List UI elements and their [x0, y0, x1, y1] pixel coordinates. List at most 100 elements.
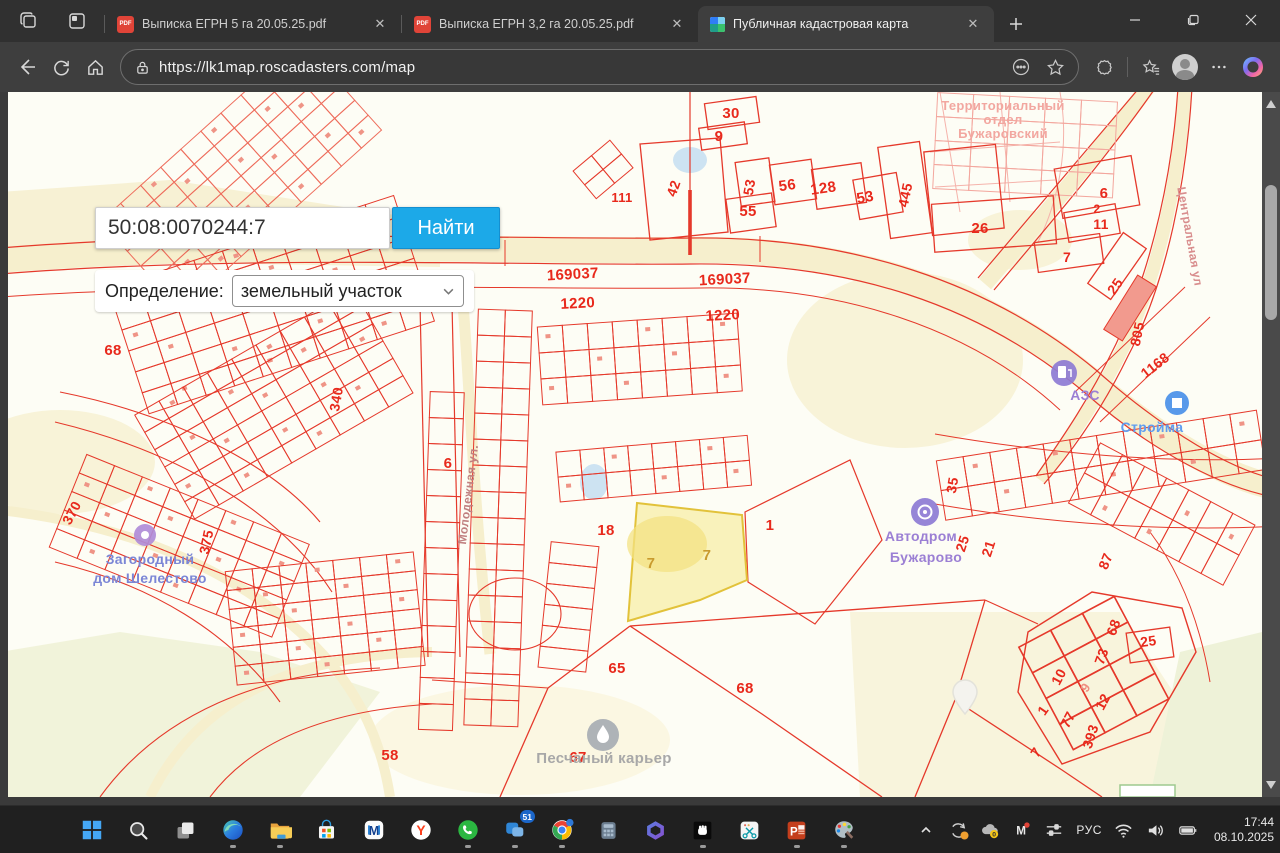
browser-essentials-icon[interactable]: [1087, 50, 1121, 84]
yandex-browser-icon[interactable]: Y: [407, 810, 434, 850]
microsoft-365-icon[interactable]: [642, 810, 669, 850]
map-label: 53: [855, 188, 875, 208]
profile-avatar[interactable]: [1168, 50, 1202, 84]
window-close-button[interactable]: [1222, 0, 1280, 40]
map-label: Автодром: [885, 528, 957, 544]
map-label: отдел: [983, 112, 1022, 127]
tab-pdf-1[interactable]: PDF Выписка ЕГРН 5 га 20.05.25.pdf ✕: [105, 7, 401, 41]
scrollbar-thumb[interactable]: [1265, 185, 1277, 320]
map-label: 169037: [546, 265, 599, 285]
map-label: 7: [647, 555, 656, 572]
tab-title: Выписка ЕГРН 3,2 га 20.05.25.pdf: [439, 17, 658, 31]
file-explorer-icon[interactable]: [266, 810, 293, 850]
map-label: Территориальный: [941, 98, 1064, 113]
myoffice-app-icon[interactable]: M: [360, 810, 387, 850]
home-icon[interactable]: [78, 50, 112, 84]
map-label: Бужаровский: [958, 126, 1048, 141]
microsoft-store-icon[interactable]: [313, 810, 340, 850]
map-label: 2: [1094, 202, 1101, 216]
cadastral-search-input[interactable]: [95, 207, 390, 249]
tab-title: Выписка ЕГРН 5 га 20.05.25.pdf: [142, 17, 361, 31]
tab-close-icon[interactable]: ✕: [666, 13, 688, 35]
map-label: 128: [809, 178, 837, 198]
taskbar: M Y 51: [0, 805, 1280, 853]
page-scrollbar[interactable]: [1262, 92, 1280, 797]
tray-clock[interactable]: 17:44 08.10.2025: [1214, 815, 1274, 845]
favorite-star-icon[interactable]: [1038, 50, 1072, 84]
window-minimize-button[interactable]: [1106, 0, 1164, 40]
map-label: 53: [740, 178, 759, 197]
pdf-icon: PDF: [414, 16, 431, 33]
taskbar-search-icon[interactable]: [125, 810, 152, 850]
cloud-sync-tray-icon[interactable]: 0: [980, 820, 1000, 840]
tray-hidden-icons-chevron[interactable]: [916, 820, 936, 840]
map-label: 1: [766, 517, 775, 534]
map-label: Бужарово: [890, 549, 962, 565]
language-indicator[interactable]: РУС: [1076, 823, 1102, 837]
map-label: АЗС: [1070, 387, 1100, 403]
map-label: 6: [1100, 185, 1109, 202]
powerpoint-icon[interactable]: P: [783, 810, 810, 850]
definition-label: Определение:: [105, 281, 224, 302]
map-label: 35: [943, 476, 962, 495]
tab-cadastral-map[interactable]: Публичная кадастровая карта ✕: [698, 6, 994, 42]
workspaces-icon[interactable]: [12, 4, 46, 38]
more-options-circle-icon[interactable]: [1004, 50, 1038, 84]
messenger-app-icon[interactable]: 51: [501, 810, 528, 850]
address-bar[interactable]: https://lk1map.roscadasters.com/map: [120, 49, 1079, 85]
definition-select[interactable]: земельный участок: [232, 275, 464, 307]
map-site-favicon: [710, 17, 725, 32]
cadastral-map[interactable]: 3091114253561285355445266211725805116816…: [0, 92, 1280, 797]
tab-actions-icon[interactable]: [60, 4, 94, 38]
start-button[interactable]: [78, 810, 105, 850]
svg-text:Y: Y: [416, 822, 425, 838]
mixer-tray-icon[interactable]: [1044, 820, 1064, 840]
map-label: 68: [104, 342, 121, 359]
search-button[interactable]: Найти: [392, 207, 500, 249]
task-view-icon[interactable]: [172, 810, 199, 850]
map-label: Стройма: [1121, 419, 1184, 435]
new-tab-button[interactable]: [1002, 10, 1030, 38]
tab-pdf-2[interactable]: PDF Выписка ЕГРН 3,2 га 20.05.25.pdf ✕: [402, 7, 698, 41]
svg-text:P: P: [790, 826, 798, 838]
map-label: 68: [736, 680, 753, 697]
scroll-up-arrow-icon[interactable]: [1266, 100, 1276, 108]
notification-badge: 51: [520, 810, 535, 823]
search-panel: Найти Определение: земельный участок: [95, 207, 515, 312]
game-app-icon[interactable]: [689, 810, 716, 850]
myoffice-tray-icon[interactable]: M: [1012, 820, 1032, 840]
tab-close-icon[interactable]: ✕: [369, 13, 391, 35]
window-maximize-button[interactable]: [1164, 0, 1222, 40]
favorites-list-icon[interactable]: [1134, 50, 1168, 84]
gas-station-icon: [1051, 360, 1077, 386]
building-materials-icon: [1165, 391, 1189, 415]
calculator-icon[interactable]: [595, 810, 622, 850]
tab-close-icon[interactable]: ✕: [962, 13, 984, 35]
map-label: 1220: [560, 294, 595, 313]
lock-icon: [135, 60, 150, 75]
copilot-icon[interactable]: [1236, 50, 1270, 84]
settings-menu-icon[interactable]: [1202, 50, 1236, 84]
sync-tray-icon[interactable]: [948, 820, 968, 840]
map-label: 18: [597, 522, 614, 539]
svg-text:M: M: [1017, 825, 1027, 838]
whatsapp-icon[interactable]: [454, 810, 481, 850]
window-bottom-edge: [0, 797, 1280, 805]
paint-icon[interactable]: [830, 810, 857, 850]
snipping-tool-icon[interactable]: [736, 810, 763, 850]
battery-icon[interactable]: [1178, 820, 1198, 840]
volume-icon[interactable]: [1146, 820, 1166, 840]
map-label: 7: [1063, 249, 1071, 265]
scroll-down-arrow-icon[interactable]: [1266, 781, 1276, 789]
map-label: Песчаный карьер: [536, 750, 671, 767]
refresh-icon[interactable]: [44, 50, 78, 84]
wifi-icon[interactable]: [1114, 820, 1134, 840]
back-icon[interactable]: [10, 50, 44, 84]
map-label: 6: [444, 455, 453, 472]
edge-browser-icon[interactable]: [219, 810, 246, 850]
chrome-icon[interactable]: [548, 810, 575, 850]
svg-text:M: M: [368, 823, 379, 838]
screen: PDF Выписка ЕГРН 5 га 20.05.25.pdf ✕ PDF…: [0, 0, 1280, 853]
tray-date: 08.10.2025: [1214, 830, 1274, 845]
map-label: 111: [611, 190, 632, 205]
